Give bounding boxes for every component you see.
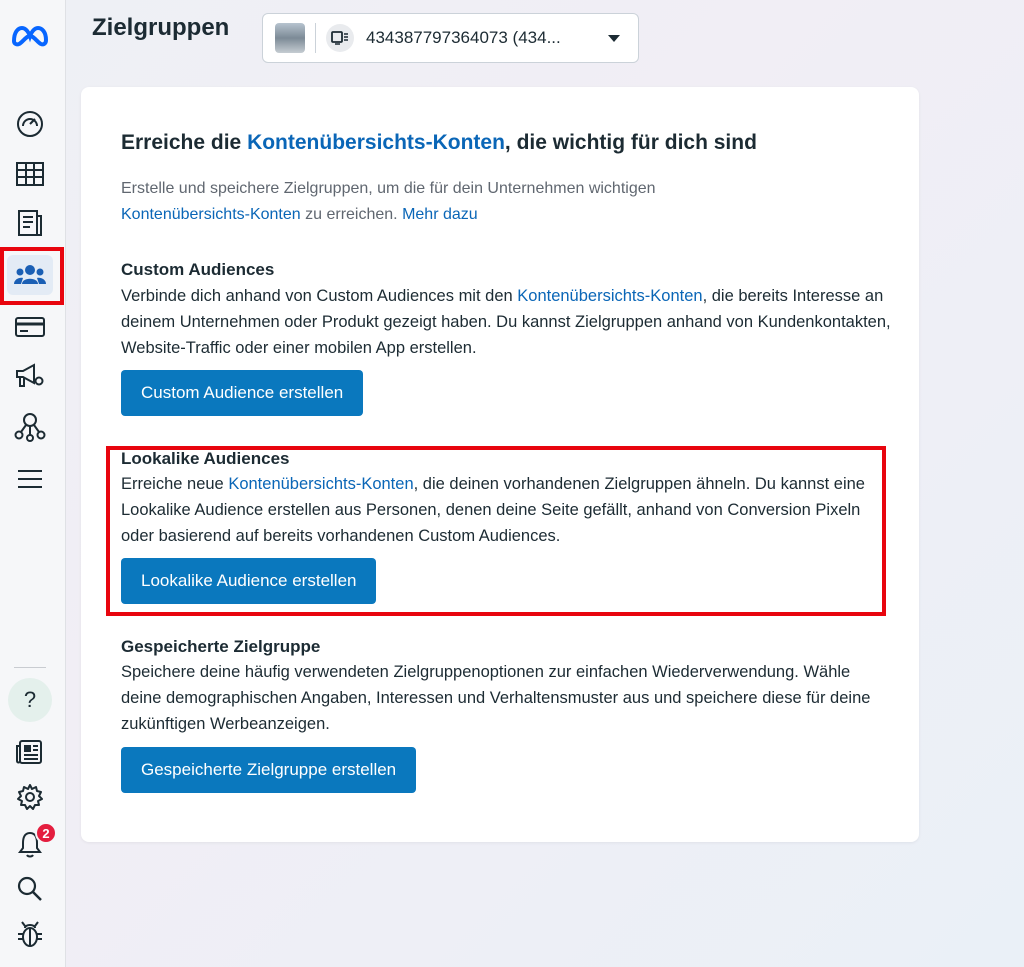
ad-account-icon xyxy=(326,24,354,52)
account-separator xyxy=(315,23,316,53)
caret-down-icon xyxy=(608,34,620,42)
billing-card-icon[interactable] xyxy=(7,307,53,347)
help-label: ? xyxy=(23,687,37,712)
heading-link[interactable]: Kontenübersichts-Konten xyxy=(247,131,505,154)
create-custom-audience-button[interactable]: Custom Audience erstellen xyxy=(121,370,364,416)
sidebar: ? 2 xyxy=(0,0,66,967)
dashboard-gauge-icon[interactable] xyxy=(7,104,53,144)
intro-text-mid: zu erreichen. xyxy=(300,206,403,223)
learn-more-link[interactable]: Mehr dazu xyxy=(402,206,478,223)
ads-manager-megaphone-icon[interactable] xyxy=(7,356,53,396)
create-saved-audience-button[interactable]: Gespeicherte Zielgruppe erstellen xyxy=(121,747,417,793)
network-graph-icon[interactable] xyxy=(7,406,53,446)
section-body-custom-audiences: Verbinde dich anhand von Custom Audience… xyxy=(121,283,891,361)
highlight-frame-sidebar xyxy=(0,247,64,305)
heading-text-end: , die wichtig für dich sind xyxy=(504,131,757,154)
menu-hamburger-icon[interactable] xyxy=(7,459,53,499)
highlight-frame-lookalike xyxy=(106,446,886,616)
section-title-custom-audiences: Custom Audiences xyxy=(121,260,275,279)
sidebar-divider xyxy=(14,667,46,668)
pages-icon[interactable] xyxy=(7,203,53,243)
card-intro: Erstelle und speichere Zielgruppen, um d… xyxy=(121,176,821,228)
account-id-label: 434387797364073 (434... xyxy=(366,28,561,47)
debug-bug-icon[interactable] xyxy=(7,914,53,954)
body-text: Verbinde dich anhand von Custom Audience… xyxy=(121,287,518,305)
meta-logo-icon[interactable] xyxy=(7,16,53,56)
settings-gear-icon[interactable] xyxy=(7,777,53,817)
card-heading: Erreiche die Kontenübersichts-Konten, di… xyxy=(121,131,757,155)
search-icon[interactable] xyxy=(7,869,53,909)
heading-text: Erreiche die xyxy=(121,131,248,154)
body-link[interactable]: Kontenübersichts-Konten xyxy=(517,287,702,305)
intro-link[interactable]: Kontenübersichts-Konten xyxy=(121,206,301,223)
page-title: Zielgruppen xyxy=(92,14,230,41)
table-icon[interactable] xyxy=(7,154,53,194)
account-selector[interactable]: 434387797364073 (434... xyxy=(262,13,639,63)
news-icon[interactable] xyxy=(7,732,53,772)
notification-count-badge: 2 xyxy=(35,822,57,844)
section-title-saved-audience: Gespeicherte Zielgruppe xyxy=(121,637,321,656)
intro-text: Erstelle und speichere Zielgruppen, um d… xyxy=(121,180,656,197)
account-thumbnail xyxy=(275,23,305,53)
help-icon[interactable]: ? xyxy=(8,678,52,722)
section-body-saved-audience: Speichere deine häufig verwendeten Zielg… xyxy=(121,663,871,733)
